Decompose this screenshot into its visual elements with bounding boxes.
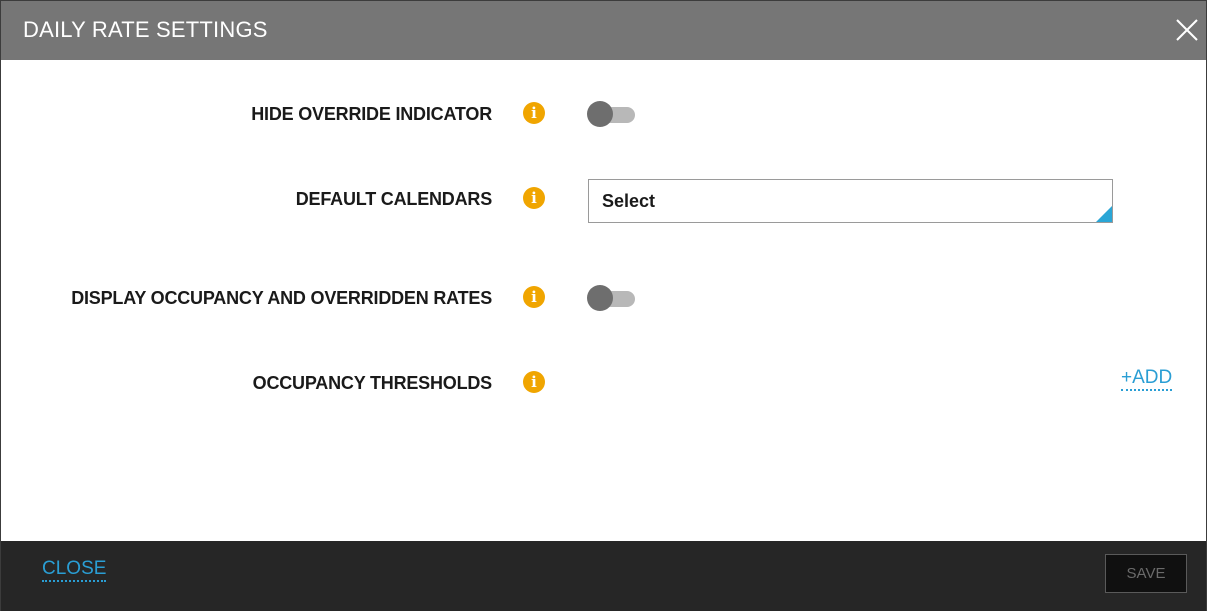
close-button[interactable]: CLOSE — [42, 558, 107, 582]
info-icon[interactable]: i — [523, 187, 545, 209]
select-value: Select — [602, 191, 656, 211]
display-occupancy-toggle[interactable] — [587, 285, 635, 311]
add-threshold-link[interactable]: +ADD — [1121, 367, 1173, 391]
default-calendars-label: DEFAULT CALENDARS — [295, 189, 492, 209]
default-calendars-select[interactable]: Select — [588, 179, 1113, 223]
dialog-title: DAILY RATE SETTINGS — [23, 17, 268, 42]
info-icon[interactable]: i — [523, 286, 545, 308]
occupancy-thresholds-label: OCCUPANCY THRESHOLDS — [252, 373, 493, 393]
dialog-footer: CLOSE SAVE — [1, 541, 1206, 611]
toggle-knob — [587, 101, 613, 127]
daily-rate-settings-dialog: DAILY RATE SETTINGS HIDE OVERRIDE INDICA… — [0, 0, 1207, 611]
info-icon[interactable]: i — [523, 371, 545, 393]
info-icon[interactable]: i — [523, 102, 545, 124]
hide-override-indicator-label: HIDE OVERRIDE INDICATOR — [251, 104, 492, 124]
hide-override-indicator-toggle[interactable] — [587, 101, 635, 127]
dialog-header: DAILY RATE SETTINGS — [1, 1, 1206, 60]
display-occupancy-label: DISPLAY OCCUPANCY AND OVERRIDDEN RATES — [71, 288, 492, 308]
dropdown-corner-icon — [1096, 206, 1112, 222]
save-button[interactable]: SAVE — [1105, 554, 1187, 593]
toggle-knob — [587, 285, 613, 311]
close-icon[interactable] — [1174, 17, 1200, 43]
